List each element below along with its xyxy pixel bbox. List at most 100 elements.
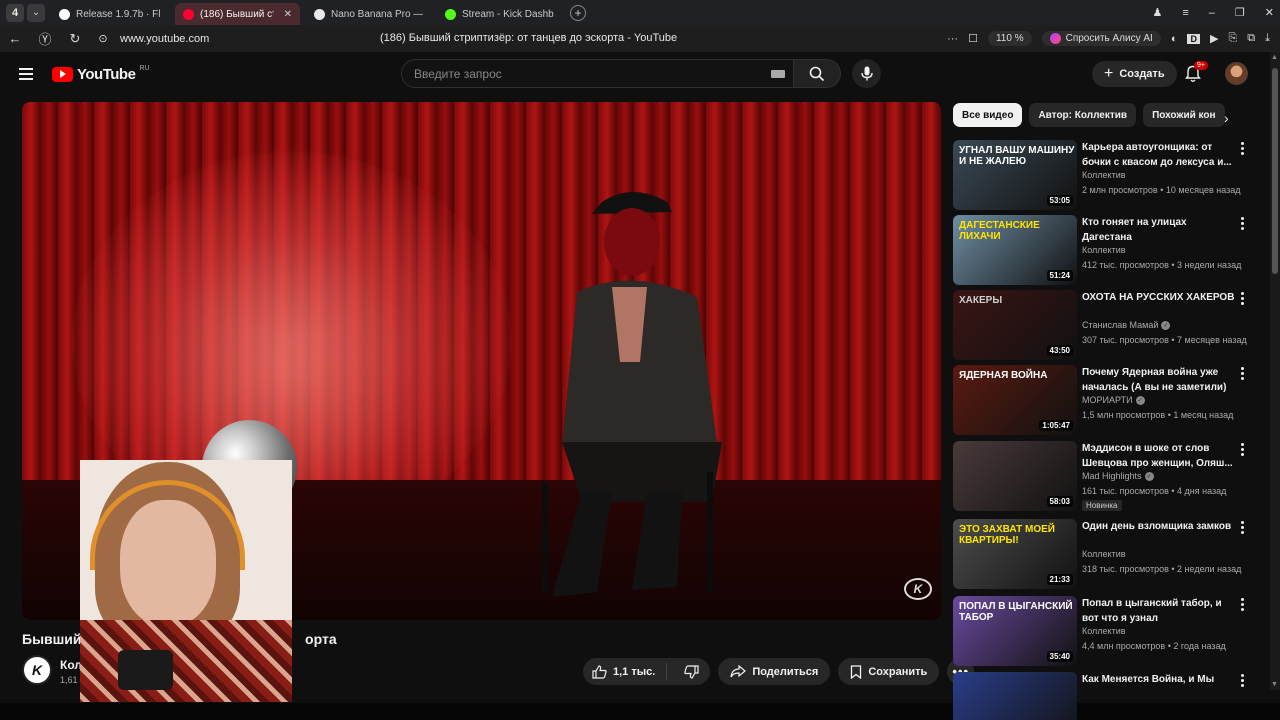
webcam-microphone bbox=[118, 650, 173, 690]
hamburger-menu-icon[interactable] bbox=[19, 68, 33, 80]
recommendation-channel[interactable]: МОРИАРТИ ✓ bbox=[1082, 395, 1145, 405]
kebab-menu-icon[interactable] bbox=[1241, 674, 1245, 687]
recommendation-item[interactable]: Угнал вашу машину и не жалею 53:05 Карьера… bbox=[953, 140, 1253, 210]
zoom-indicator[interactable]: 110 % bbox=[987, 31, 1032, 46]
kebab-menu-icon[interactable] bbox=[1241, 217, 1245, 230]
back-icon[interactable]: ← bbox=[4, 31, 26, 46]
menu-icon[interactable]: ≡ bbox=[1182, 7, 1188, 19]
dislike-button[interactable] bbox=[673, 664, 710, 679]
browser-tab[interactable]: Nano Banana Pro — нейро bbox=[306, 3, 431, 25]
filter-chip[interactable]: Автор: Коллектив bbox=[1029, 103, 1137, 127]
minimize-icon[interactable]: – bbox=[1209, 7, 1215, 19]
scrollbar-thumb[interactable] bbox=[1272, 68, 1278, 274]
channel-avatar[interactable]: K bbox=[22, 655, 52, 685]
scroll-up-icon[interactable]: ▲ bbox=[1271, 54, 1278, 61]
recommendation-meta: 2 млн просмотров • 10 месяцев назад bbox=[1082, 185, 1241, 195]
create-button[interactable]: + Создать bbox=[1092, 61, 1177, 87]
recommendation-item[interactable]: Хакеры 43:50 ОХОТА НА РУССКИХ ХАКЕРОВ Стани… bbox=[953, 290, 1253, 360]
kebab-menu-icon[interactable] bbox=[1241, 367, 1245, 380]
alice-button[interactable]: Спросить Алису AI bbox=[1041, 31, 1161, 46]
extension-d-icon[interactable]: D bbox=[1187, 33, 1200, 44]
search-input[interactable] bbox=[402, 60, 793, 87]
recommendation-title[interactable]: Как Меняется Война, и Мы bbox=[1082, 672, 1235, 687]
recommendation-item[interactable]: Попал в цыганский табор 35:40 Попал в цыга… bbox=[953, 596, 1253, 666]
filter-chip[interactable]: Все видео bbox=[953, 103, 1023, 127]
more-icon[interactable]: ··· bbox=[947, 33, 958, 45]
recommendation-title[interactable]: Один день взломщика замков bbox=[1082, 519, 1235, 534]
filter-chip[interactable]: Похожий кон bbox=[1143, 103, 1225, 127]
chevron-right-icon[interactable]: › bbox=[1224, 110, 1229, 126]
extension-icon[interactable]: ◐ bbox=[1171, 33, 1178, 45]
tab-favicon-icon bbox=[314, 8, 325, 20]
browser-tab[interactable]: (186) Бывший стрипти ✕ bbox=[175, 3, 300, 25]
account-avatar[interactable] bbox=[1225, 62, 1248, 85]
browser-tab[interactable]: Stream - Kick Dashboard bbox=[437, 3, 562, 25]
bookmark-icon[interactable]: ☐ bbox=[968, 32, 978, 45]
close-tab-icon[interactable]: ✕ bbox=[284, 9, 292, 20]
video-thumbnail[interactable] bbox=[953, 672, 1077, 720]
kebab-menu-icon[interactable] bbox=[1241, 598, 1245, 611]
recommendation-title[interactable]: Почему Ядерная война уже началась (А вы … bbox=[1082, 365, 1235, 395]
close-window-icon[interactable]: ✕ bbox=[1265, 6, 1274, 19]
recommendation-channel[interactable]: Mad Highlights ✓ bbox=[1082, 471, 1154, 481]
play-extension-icon[interactable]: ▶ bbox=[1210, 32, 1218, 45]
share-button[interactable]: Поделиться bbox=[718, 658, 831, 685]
downloads-icon[interactable]: ⤓ bbox=[1265, 32, 1270, 45]
share-label: Поделиться bbox=[752, 665, 819, 678]
recommendation-item[interactable]: 58:03 Мэддисон в шоке от слов Шевцова про… bbox=[953, 441, 1253, 511]
reload-icon[interactable]: ↻ bbox=[64, 31, 86, 47]
save-button[interactable]: Сохранить bbox=[838, 658, 940, 685]
puzzle-icon[interactable]: ⧉ bbox=[1247, 32, 1255, 45]
video-duration: 43:50 bbox=[1046, 345, 1073, 356]
youtube-logo[interactable]: YouTube RU bbox=[52, 65, 150, 83]
recommendation-title[interactable]: Попал в цыганский табор, и вот что я узн… bbox=[1082, 596, 1235, 626]
kebab-menu-icon[interactable] bbox=[1241, 443, 1245, 456]
channel-label: Коллектив bbox=[1082, 245, 1126, 255]
recommendation-channel[interactable]: Коллектив bbox=[1082, 626, 1126, 636]
video-thumbnail[interactable]: Ядерная война 1:05:47 bbox=[953, 365, 1077, 435]
voice-search-button[interactable] bbox=[852, 59, 881, 88]
recommendation-channel[interactable]: Коллектив bbox=[1082, 170, 1126, 180]
kebab-menu-icon[interactable] bbox=[1241, 292, 1245, 305]
new-tab-button[interactable]: + bbox=[570, 4, 586, 21]
recommendation-item[interactable]: Дагестанские лихачи 51:24 Кто гоняет на ул… bbox=[953, 215, 1253, 285]
video-thumbnail[interactable]: Дагестанские лихачи 51:24 bbox=[953, 215, 1077, 285]
restore-icon[interactable]: ❐ bbox=[1235, 6, 1245, 19]
site-info-icon[interactable]: ⊙ bbox=[92, 32, 114, 45]
video-thumbnail[interactable]: Угнал вашу машину и не жалею 53:05 bbox=[953, 140, 1077, 210]
recommendation-title[interactable]: ОХОТА НА РУССКИХ ХАКЕРОВ bbox=[1082, 290, 1235, 305]
recommendation-item[interactable]: Это захват моей квартиры! 21:33 Один день … bbox=[953, 519, 1253, 589]
create-label: Создать bbox=[1119, 68, 1165, 80]
video-thumbnail[interactable]: Это захват моей квартиры! 21:33 bbox=[953, 519, 1077, 589]
kebab-menu-icon[interactable] bbox=[1241, 521, 1245, 534]
recommendation-title[interactable]: Мэддисон в шоке от слов Шевцова про женщ… bbox=[1082, 441, 1235, 471]
url-text[interactable]: www.youtube.com bbox=[120, 33, 209, 45]
profile-icon[interactable]: ♟ bbox=[1152, 6, 1162, 19]
video-thumbnail[interactable]: Попал в цыганский табор 35:40 bbox=[953, 596, 1077, 666]
video-thumbnail[interactable]: Хакеры 43:50 bbox=[953, 290, 1077, 360]
page-scrollbar[interactable]: ▲ ▼ bbox=[1270, 52, 1280, 690]
kebab-menu-icon[interactable] bbox=[1241, 142, 1245, 155]
browser-tab[interactable]: Release 1.9.7b · Flowseal/ bbox=[51, 3, 169, 25]
recommendation-item[interactable]: Как Меняется Война, и Мы bbox=[953, 672, 1253, 720]
channel-label: Коллектив bbox=[1082, 170, 1126, 180]
recommendation-title[interactable]: Кто гоняет на улицах Дагестана bbox=[1082, 215, 1235, 245]
recommendation-channel[interactable]: Коллектив bbox=[1082, 245, 1126, 255]
like-button[interactable]: 1,1 тыс. bbox=[583, 663, 668, 680]
tab-list-chevron-icon[interactable]: ⌄ bbox=[27, 3, 45, 22]
plus-icon: + bbox=[1104, 65, 1114, 82]
verified-check-icon: ✓ bbox=[1135, 395, 1145, 405]
recommendation-title[interactable]: Карьера автоугонщика: от бочки с квасом … bbox=[1082, 140, 1235, 170]
translate-icon[interactable]: ⎘ bbox=[1228, 32, 1237, 45]
scroll-down-icon[interactable]: ▼ bbox=[1271, 681, 1278, 688]
keyboard-icon[interactable] bbox=[771, 70, 785, 78]
recommendation-channel[interactable]: Коллектив bbox=[1082, 549, 1126, 559]
recommendation-channel[interactable]: Станислав Мамай ✓ bbox=[1082, 320, 1171, 330]
video-thumbnail[interactable]: 58:03 bbox=[953, 441, 1077, 511]
channel-watermark[interactable]: K bbox=[904, 578, 932, 600]
recommendation-item[interactable]: Ядерная война 1:05:47 Почему Ядерная война… bbox=[953, 365, 1253, 435]
yandex-icon[interactable]: Ⓨ bbox=[34, 29, 56, 48]
search-button[interactable] bbox=[794, 59, 841, 88]
tab-count-button[interactable]: 4 bbox=[6, 3, 24, 22]
channel-label: Станислав Мамай bbox=[1082, 320, 1159, 330]
